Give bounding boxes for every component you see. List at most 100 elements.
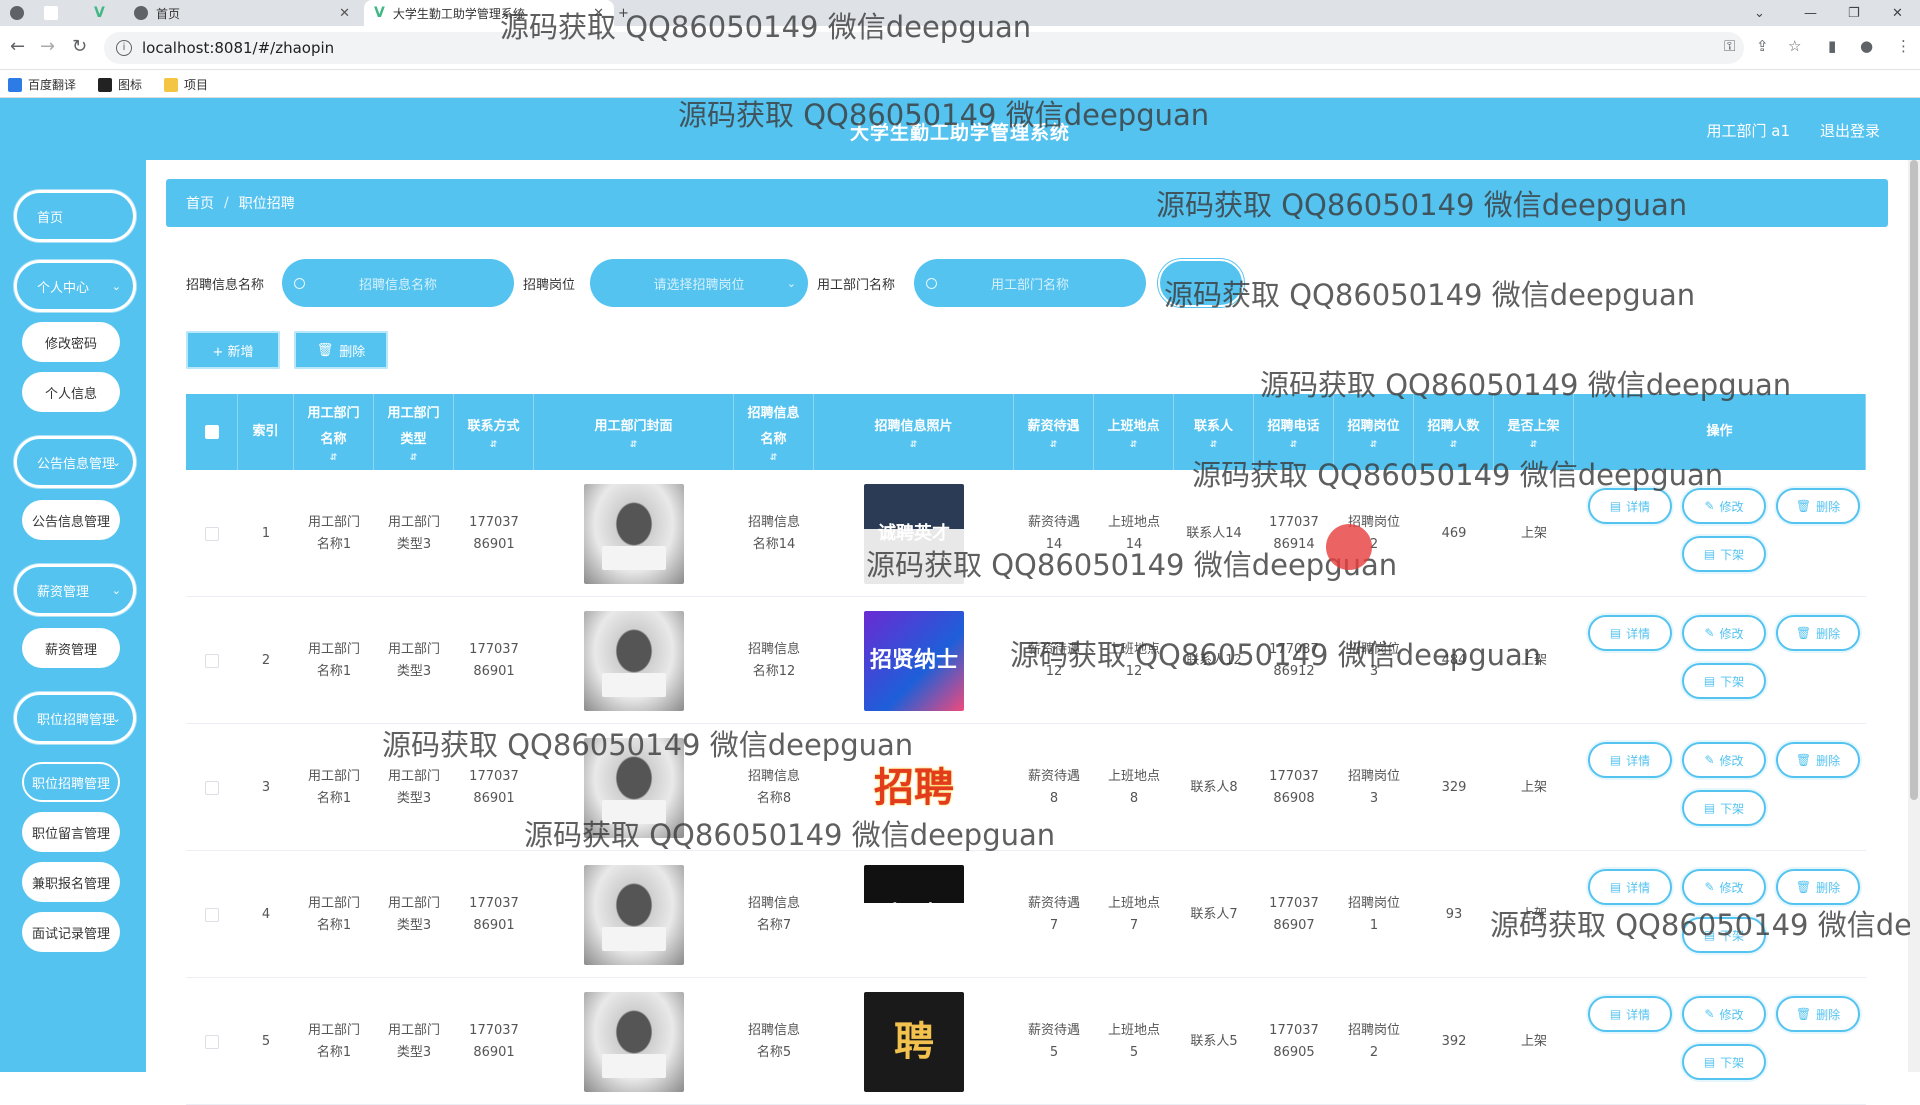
scrollbar-thumb[interactable]: [1910, 160, 1918, 800]
checkbox[interactable]: [204, 425, 219, 439]
offline-button[interactable]: ▤ 下架: [1682, 1044, 1766, 1080]
column-header[interactable]: 用工部门类型 ⇵: [374, 394, 454, 470]
sort-icon[interactable]: ⇵: [1050, 440, 1058, 450]
breadcrumb-home[interactable]: 首页: [186, 193, 214, 213]
detail-button[interactable]: ▤ 详情: [1588, 488, 1672, 524]
sidebar-item[interactable]: 职位招聘管理 ⌄: [14, 692, 136, 744]
row-checkbox[interactable]: [205, 1034, 219, 1049]
back-arrow-icon[interactable]: ←: [10, 36, 25, 57]
offline-button[interactable]: ▤ 下架: [1682, 790, 1766, 826]
star-icon[interactable]: ☆: [1788, 37, 1801, 55]
sidebar-item[interactable]: 公告信息管理 ⌄: [14, 436, 136, 488]
restore-button[interactable]: ❐: [1848, 0, 1860, 26]
offline-button[interactable]: ▤ 下架: [1682, 663, 1766, 699]
column-header[interactable]: 招聘电话 ⇵: [1254, 394, 1334, 470]
column-header[interactable]: 招聘岗位 ⇵: [1334, 394, 1414, 470]
sidebar-item[interactable]: 兼职报名管理: [22, 862, 120, 902]
sort-icon[interactable]: ⇵: [1450, 440, 1458, 450]
sidebar-item[interactable]: 职位留言管理: [22, 812, 120, 852]
offline-button[interactable]: ▤ 下架: [1682, 917, 1766, 953]
column-header[interactable]: 招聘人数 ⇵: [1414, 394, 1494, 470]
sidebar-item[interactable]: 个人中心 ⌄: [14, 260, 136, 312]
column-header[interactable]: 薪资待遇 ⇵: [1014, 394, 1094, 470]
sidebar-item[interactable]: 面试记录管理: [22, 912, 120, 952]
edit-button[interactable]: ✎ 修改: [1682, 996, 1766, 1032]
sidebar-item[interactable]: 修改密码: [22, 322, 120, 362]
sort-icon[interactable]: ⇵: [410, 453, 418, 463]
sort-icon[interactable]: ⇵: [1370, 440, 1378, 450]
blank-tab-icon[interactable]: [44, 0, 74, 26]
detail-button[interactable]: ▤ 详情: [1588, 742, 1672, 778]
add-button[interactable]: + 新增: [186, 331, 280, 369]
window-close-button[interactable]: ✕: [1892, 0, 1903, 26]
detail-button[interactable]: ▤ 详情: [1588, 869, 1672, 905]
minimize-button[interactable]: —: [1804, 0, 1817, 26]
logout-link[interactable]: 退出登录: [1820, 120, 1880, 141]
menu-dots-icon[interactable]: ⋮: [1896, 37, 1911, 55]
share-icon[interactable]: ⇪: [1756, 37, 1769, 55]
sort-icon[interactable]: ⇵: [490, 440, 498, 450]
reload-icon[interactable]: ↻: [72, 36, 87, 57]
sort-icon[interactable]: ⇵: [1530, 440, 1538, 450]
profile-icon[interactable]: ●: [1860, 37, 1873, 55]
sidebar-item[interactable]: 薪资管理 ⌄: [14, 564, 136, 616]
column-header[interactable]: 招聘信息照片 ⇵: [814, 394, 1014, 470]
column-header[interactable]: 联系人 ⇵: [1174, 394, 1254, 470]
sort-icon[interactable]: ⇵: [770, 453, 778, 463]
delete-button[interactable]: 🗑 删除: [1776, 996, 1860, 1032]
bookmark-icons[interactable]: 图标: [98, 76, 142, 93]
delete-button[interactable]: 🗑 删除: [1776, 488, 1860, 524]
bookmark-project[interactable]: 项目: [164, 76, 208, 93]
edit-button[interactable]: ✎ 修改: [1682, 615, 1766, 651]
site-info-icon[interactable]: i: [116, 40, 132, 56]
delete-button[interactable]: 🗑 删除: [1776, 742, 1860, 778]
forward-arrow-icon[interactable]: →: [40, 36, 55, 57]
row-checkbox[interactable]: [205, 907, 219, 922]
search-name-input[interactable]: 招聘信息名称: [282, 259, 514, 307]
sidebar-item[interactable]: 职位招聘管理: [22, 762, 120, 802]
detail-button[interactable]: ▤ 详情: [1588, 996, 1672, 1032]
search-post-select[interactable]: 请选择招聘岗位 ⌄: [590, 259, 808, 307]
page-scrollbar[interactable]: [1908, 160, 1920, 1072]
sort-icon[interactable]: ⇵: [1130, 440, 1138, 450]
row-checkbox[interactable]: [205, 526, 219, 541]
sidebar-item[interactable]: 首页: [14, 190, 136, 242]
vue-tab-icon[interactable]: V: [94, 0, 120, 26]
tab-home[interactable]: 首页 ✕: [128, 0, 360, 26]
column-header[interactable]: 是否上架 ⇵: [1494, 394, 1574, 470]
sort-icon[interactable]: ⇵: [910, 440, 918, 450]
bookmark-translate[interactable]: 百度翻译: [8, 76, 76, 93]
url-field[interactable]: i localhost:8081/#/zhaopin: [104, 32, 1744, 64]
sidebar-item[interactable]: 公告信息管理: [22, 500, 120, 540]
edit-button[interactable]: ✎ 修改: [1682, 742, 1766, 778]
row-checkbox[interactable]: [205, 653, 219, 668]
column-header[interactable]: 联系方式 ⇵: [454, 394, 534, 470]
sort-icon[interactable]: ⇵: [630, 440, 638, 450]
batch-delete-button[interactable]: 🗑 删除: [294, 331, 388, 369]
row-checkbox[interactable]: [205, 780, 219, 795]
close-icon[interactable]: ✕: [339, 6, 350, 21]
offline-button[interactable]: ▤ 下架: [1682, 536, 1766, 572]
sidebar-item[interactable]: 薪资管理: [22, 628, 120, 668]
tab-search-chevron-icon[interactable]: ⌄: [1754, 0, 1765, 26]
search-dept-input[interactable]: 用工部门名称: [914, 259, 1146, 307]
detail-button[interactable]: ▤ 详情: [1588, 615, 1672, 651]
new-tab-button[interactable]: +: [618, 0, 629, 26]
delete-button[interactable]: 🗑 删除: [1776, 615, 1860, 651]
sort-icon[interactable]: ⇵: [1290, 440, 1298, 450]
column-header[interactable]: 用工部门名称 ⇵: [294, 394, 374, 470]
close-icon[interactable]: ✕: [593, 6, 604, 21]
select-all-checkbox[interactable]: [186, 394, 238, 470]
sort-icon[interactable]: ⇵: [330, 453, 338, 463]
sidepanel-icon[interactable]: ▮: [1828, 37, 1836, 55]
sidebar-item[interactable]: 个人信息: [22, 372, 120, 412]
key-icon[interactable]: ⚿: [1724, 37, 1735, 55]
sort-icon[interactable]: ⇵: [1210, 440, 1218, 450]
search-button[interactable]: [1158, 259, 1244, 307]
edit-button[interactable]: ✎ 修改: [1682, 488, 1766, 524]
tab-system[interactable]: V 大学生勤工助学管理系统 ✕: [364, 0, 614, 26]
column-header[interactable]: 用工部门封面 ⇵: [534, 394, 734, 470]
column-header[interactable]: 招聘信息名称 ⇵: [734, 394, 814, 470]
browser-icon[interactable]: [10, 0, 36, 26]
column-header[interactable]: 上班地点 ⇵: [1094, 394, 1174, 470]
